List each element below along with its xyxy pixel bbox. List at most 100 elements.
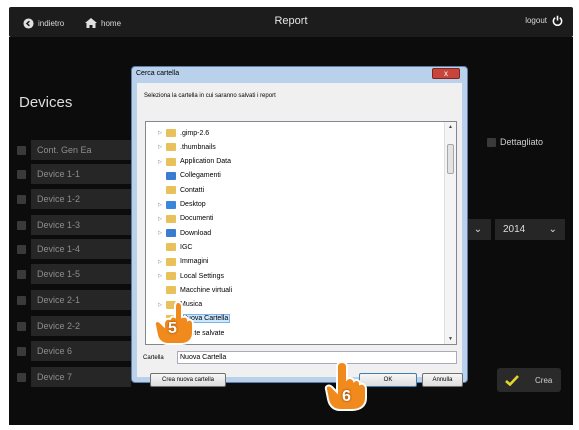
device-checkbox[interactable]: [17, 220, 26, 230]
folder-icon: [166, 200, 176, 209]
detailed-checkbox[interactable]: [487, 137, 496, 147]
folder-icon: [166, 214, 176, 223]
expand-arrow-icon[interactable]: ▷: [156, 273, 164, 279]
top-bar: indietro home Report logout: [9, 7, 573, 37]
folder-icon: [166, 257, 176, 266]
create-button[interactable]: Crea: [497, 368, 561, 392]
tree-item-label: .thumbnails: [180, 143, 216, 151]
dialog-title: Cerca cartella: [136, 70, 180, 77]
step-5-callout: 5: [152, 300, 196, 351]
device-row[interactable]: Device 1-4: [17, 239, 131, 259]
tree-item-label: Download: [180, 229, 212, 237]
tree-item[interactable]: ▷ Desktop: [156, 199, 206, 211]
tree-item[interactable]: ▷ Download: [156, 227, 211, 239]
year-value: 2014: [503, 224, 526, 235]
tree-item[interactable]: ▷ .thumbnails: [156, 141, 216, 153]
tree-item[interactable]: Macchine virtuali: [156, 284, 232, 296]
folder-icon: [166, 186, 176, 195]
device-label: Device 2-2: [31, 316, 131, 336]
tree-item-label: Documenti: [180, 215, 214, 223]
folder-icon: [166, 243, 176, 252]
tree-item[interactable]: ▷ Immagini: [156, 256, 208, 268]
scroll-up-icon[interactable]: ▲: [445, 122, 456, 132]
cancel-button[interactable]: Annulla: [422, 373, 463, 387]
device-row[interactable]: Device 7: [17, 367, 131, 387]
device-row[interactable]: Device 2-1: [17, 290, 131, 310]
device-label: Device 2-1: [31, 290, 131, 310]
folder-icon: [166, 129, 176, 137]
page-title: Report: [274, 15, 308, 27]
device-checkbox[interactable]: [17, 295, 26, 305]
checkmark-icon: [505, 374, 519, 386]
logout-label: logout: [525, 16, 547, 25]
expand-arrow-icon[interactable]: ▷: [156, 144, 164, 150]
step-6-number: 6: [342, 388, 351, 405]
tree-item[interactable]: Collegamenti: [156, 170, 221, 182]
expand-arrow-icon[interactable]: ▷: [156, 259, 164, 265]
step-5-number: 5: [168, 320, 177, 337]
detailed-option[interactable]: Dettagliato: [487, 137, 543, 147]
tree-item-label: Desktop: [180, 201, 206, 208]
device-label: Cont. Gen Ea: [31, 140, 131, 160]
device-label: Device 1-4: [31, 239, 131, 259]
tree-item-label: Contatti: [180, 186, 205, 194]
tree-item[interactable]: IGC: [156, 241, 192, 253]
year-select[interactable]: 2014 ⌄: [495, 219, 565, 240]
new-folder-button[interactable]: Crea nuova cartella: [150, 373, 226, 387]
device-row[interactable]: Device 1-3: [17, 215, 131, 235]
chevron-down-icon: ⌄: [548, 224, 557, 235]
power-icon: [552, 15, 563, 26]
report-screen: indietro home Report logout Devices Cont…: [0, 0, 579, 430]
tree-item[interactable]: ▷ Application Data: [156, 156, 231, 168]
folder-name-field[interactable]: Nuova Cartella: [177, 351, 457, 364]
device-label: Device 1-2: [31, 189, 131, 209]
expand-arrow-icon[interactable]: ▷: [156, 159, 164, 165]
device-row[interactable]: Device 6: [17, 341, 131, 361]
devices-title: Devices: [19, 94, 73, 111]
device-row[interactable]: Cont. Gen Ea: [17, 140, 131, 160]
tree-item[interactable]: ▷ Documenti: [156, 213, 213, 225]
month-select[interactable]: ⌄: [465, 219, 491, 240]
folder-icon: [166, 286, 176, 295]
device-checkbox[interactable]: [17, 346, 26, 356]
chevron-down-icon: ⌄: [473, 224, 483, 235]
tree-item-label: .gimp-2.6: [180, 129, 210, 137]
device-checkbox[interactable]: [17, 194, 26, 204]
device-label: Device 6: [31, 341, 131, 361]
device-checkbox[interactable]: [17, 269, 26, 279]
device-row[interactable]: Device 2-2: [17, 316, 131, 336]
folder-icon: [166, 143, 176, 152]
folder-icon: [166, 272, 176, 280]
tree-item[interactable]: ▷ .gimp-2.6: [156, 127, 209, 139]
tree-item-label: Immagini: [180, 258, 209, 266]
scroll-thumb[interactable]: [447, 144, 454, 174]
device-checkbox[interactable]: [17, 145, 26, 155]
folder-icon: [166, 171, 176, 180]
device-label: Device 1-1: [31, 164, 131, 184]
scroll-down-icon[interactable]: ▼: [445, 334, 456, 344]
tree-item[interactable]: Contatti: [156, 184, 204, 196]
tree-scrollbar[interactable]: ▲ ▼: [444, 122, 456, 344]
device-row[interactable]: Device 1-5: [17, 264, 131, 284]
tree-item[interactable]: ▷ Local Settings: [156, 270, 224, 282]
create-label: Crea: [535, 375, 553, 385]
device-checkbox[interactable]: [17, 169, 26, 179]
tree-item-label: Application Data: [180, 158, 231, 166]
device-checkbox[interactable]: [17, 321, 26, 331]
device-row[interactable]: Device 1-1: [17, 164, 131, 184]
dialog-close-button[interactable]: x: [432, 68, 460, 79]
step-6-callout: 6: [322, 360, 370, 417]
device-label: Device 1-3: [31, 215, 131, 235]
tree-item-label: Collegamenti: [180, 172, 221, 180]
expand-arrow-icon[interactable]: ▷: [156, 230, 164, 236]
expand-arrow-icon[interactable]: ▷: [156, 202, 164, 208]
tree-item-label: Local Settings: [180, 272, 224, 280]
folder-field-label: Cartella: [143, 355, 164, 361]
expand-arrow-icon[interactable]: ▷: [156, 216, 164, 222]
device-row[interactable]: Device 1-2: [17, 189, 131, 209]
tree-item-label: Macchine virtuali: [180, 286, 233, 294]
device-checkbox[interactable]: [17, 372, 26, 382]
device-checkbox[interactable]: [17, 244, 26, 254]
expand-arrow-icon[interactable]: ▷: [156, 130, 164, 136]
logout-button[interactable]: logout: [525, 15, 563, 26]
